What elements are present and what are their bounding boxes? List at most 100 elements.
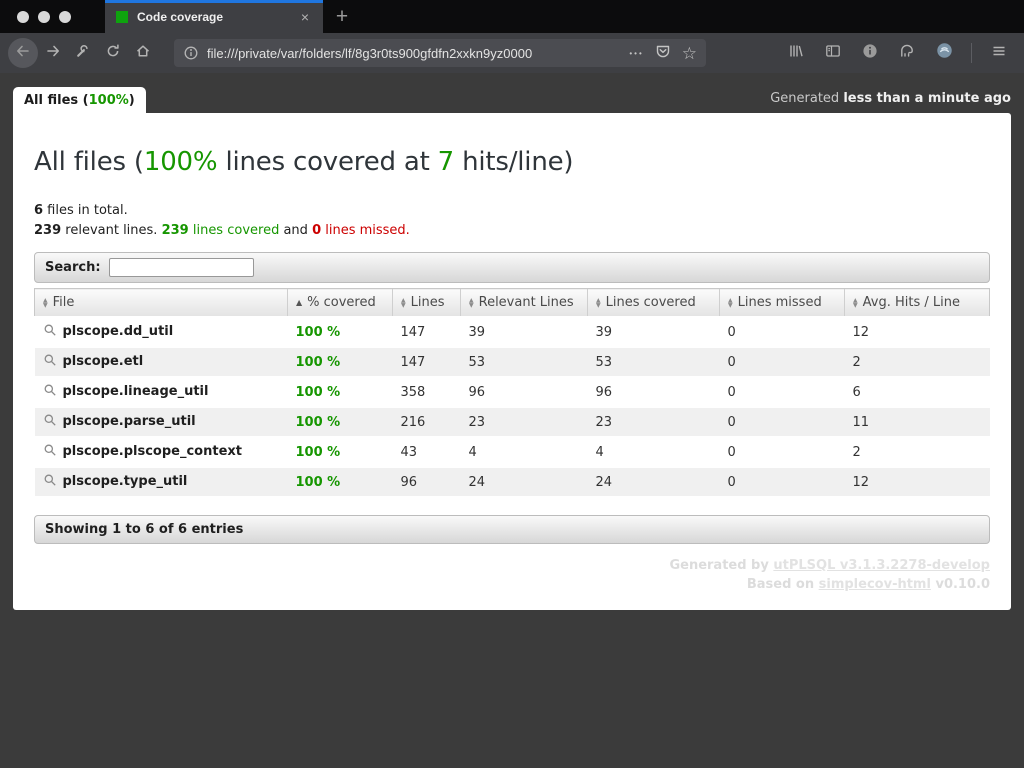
file-link[interactable]: plscope.type_util [63,474,188,489]
lines-covered-value: 24 [588,467,720,497]
column-header[interactable]: ▲▼Lines [393,289,461,318]
address-bar[interactable]: file:///private/var/folders/lf/8g3r0ts90… [174,39,706,67]
generated-label: Generated [770,91,843,106]
relevant-lines-value: 39 [461,317,588,347]
evernote-extension-button[interactable] [892,38,922,68]
window-close-button[interactable] [17,11,29,23]
window-minimize-button[interactable] [38,11,50,23]
avg-hits-value: 12 [845,317,990,347]
percent-covered-value: 100 % [296,325,341,340]
search-label: Search: [45,260,101,275]
page-title: All files (100% lines covered at 7 hits/… [34,147,990,177]
sort-icon[interactable]: ▲▼ [43,298,48,308]
file-link[interactable]: plscope.lineage_util [63,384,209,399]
sort-icon[interactable]: ▲▼ [596,298,601,308]
lines-missed-value: 0 [720,467,845,497]
url-text[interactable]: file:///private/var/folders/lf/8g3r0ts90… [207,46,623,61]
column-header[interactable]: ▲% covered [288,289,393,318]
column-header[interactable]: ▲▼ Lines covered [588,289,720,318]
menu-button[interactable] [984,38,1014,68]
lines-missed-value: 0 [720,377,845,407]
table-header-row: ▲▼File▲% covered▲▼Lines▲▼Relevant Lines▲… [35,289,990,318]
file-link[interactable]: plscope.plscope_context [63,444,242,459]
table-row[interactable]: plscope.lineage_util 100 % 358 96 96 0 6 [35,377,990,407]
swirl-circle-icon [936,42,953,64]
table-row[interactable]: plscope.etl 100 % 147 53 53 0 2 [35,347,990,377]
bookmark-star-icon[interactable]: ☆ [682,45,697,62]
column-header-label: Lines covered [606,295,696,310]
based-on-label: Based on [747,577,819,592]
column-header-label: Avg. Hits / Line [863,295,960,310]
sort-icon[interactable]: ▲▼ [853,298,858,308]
report-footer: Generated by utPLSQL v3.1.3.2278-develop… [34,556,990,594]
lines-covered-value: 53 [588,347,720,377]
back-button[interactable] [8,38,38,68]
and-text: and [279,223,312,238]
missed-count: 0 [312,223,321,238]
all-files-tab[interactable]: All files (100%) [13,87,146,113]
reload-button[interactable] [98,38,128,68]
home-button[interactable] [128,38,158,68]
sort-icon[interactable]: ▲ [296,299,302,307]
forward-button[interactable] [38,38,68,68]
column-header[interactable]: ▲▼Lines missed [720,289,845,318]
toolbar-divider [971,43,972,63]
heading-prefix: All files ( [34,147,144,177]
extension-info-button[interactable] [855,38,885,68]
sort-icon[interactable]: ▲▼ [469,298,474,308]
column-header[interactable]: ▲▼ Avg. Hits / Line [845,289,990,318]
tab-close-icon[interactable]: × [297,7,313,27]
report-tabstrip: All files (100%) Generated less than a m… [13,85,1011,113]
column-header[interactable]: ▲▼ Relevant Lines [461,289,588,318]
library-icon [788,43,804,64]
page-actions-icon[interactable]: ••• [629,49,643,58]
table-row[interactable]: plscope.parse_util 100 % 216 23 23 0 11 [35,407,990,437]
lines-covered-value: 4 [588,437,720,467]
elephant-icon [899,43,915,64]
magnifier-icon [43,326,57,341]
magnifier-icon [43,386,57,401]
table-row[interactable]: plscope.dd_util 100 % 147 39 39 0 12 [35,317,990,347]
pocket-icon[interactable] [655,43,671,64]
relevant-lines-value: 24 [461,467,588,497]
file-link[interactable]: plscope.parse_util [63,414,196,429]
tab-title: Code coverage [137,10,297,24]
new-tab-button[interactable]: + [323,0,361,33]
library-button[interactable] [781,38,811,68]
search-input[interactable] [109,258,254,277]
window-controls [0,0,105,33]
home-icon [135,43,151,64]
browser-tab[interactable]: Code coverage × [105,0,323,33]
lines-covered-value: 39 [588,317,720,347]
sidebar-toggle-button[interactable] [818,38,848,68]
file-link[interactable]: plscope.dd_util [63,324,174,339]
relevant-lines-value: 53 [461,347,588,377]
sort-icon[interactable]: ▲▼ [728,298,733,308]
generated-timestamp: Generated less than a minute ago [770,91,1011,113]
file-link[interactable]: plscope.etl [63,354,144,369]
based-on-version: v0.10.0 [931,577,990,592]
files-text: files in total. [43,203,128,218]
sort-icon[interactable]: ▲▼ [401,298,406,308]
colored-extension-button[interactable] [929,38,959,68]
heading-hits: 7 [438,147,454,177]
column-header-label: File [53,295,75,310]
column-header-label: Relevant Lines [479,295,574,310]
site-info-icon[interactable] [183,45,199,61]
summary-stats: 6 files in total. 239 relevant lines. 23… [34,201,990,241]
avg-hits-value: 2 [845,347,990,377]
utplsql-link[interactable]: utPLSQL v3.1.3.2278-develop [773,558,990,573]
percent-covered-value: 100 % [296,385,341,400]
table-row[interactable]: plscope.type_util 100 % 96 24 24 0 12 [35,467,990,497]
column-header[interactable]: ▲▼ File [35,289,288,318]
table-row[interactable]: plscope.plscope_context 100 % 43 4 4 0 2 [35,437,990,467]
relevant-lines-value: 23 [461,407,588,437]
hamburger-icon [991,43,1007,64]
lines-value: 358 [393,377,461,407]
simplecov-html-link[interactable]: simplecov-html [819,577,931,592]
all-files-tab-suffix: ) [129,93,135,108]
tools-button[interactable] [68,38,98,68]
lines-covered-value: 96 [588,377,720,407]
window-zoom-button[interactable] [59,11,71,23]
percent-covered-value: 100 % [296,415,341,430]
